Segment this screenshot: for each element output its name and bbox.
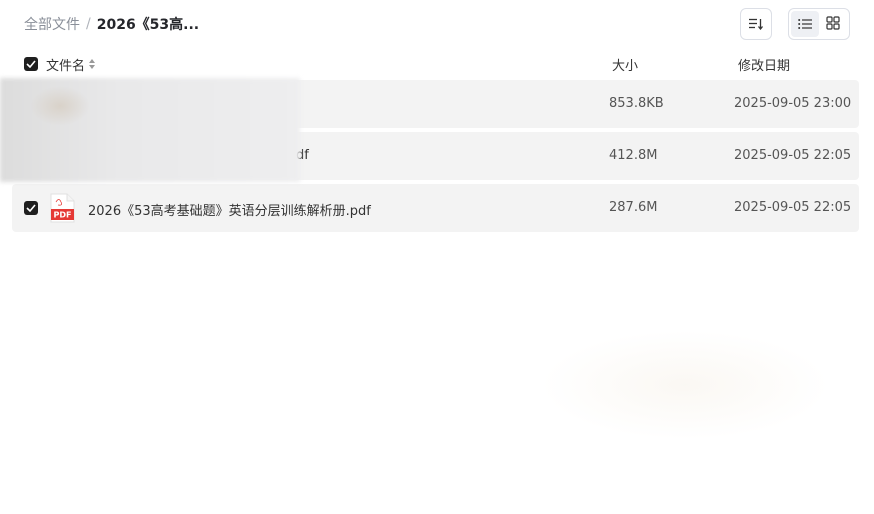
table-header: 文件名 大小 修改日期: [12, 52, 859, 76]
sort-caret-icon: [89, 59, 96, 69]
breadcrumb-root-link[interactable]: 全部文件: [24, 14, 80, 34]
breadcrumb: 全部文件 / 2026《53高...: [24, 14, 199, 34]
list-view-button[interactable]: [791, 11, 819, 37]
column-header-name-label: 文件名: [46, 58, 86, 74]
file-size: 412.8M: [609, 148, 658, 163]
breadcrumb-current: 2026《53高...: [96, 17, 200, 33]
sort-button[interactable]: [740, 8, 772, 40]
file-date: 2025-09-05 22:05: [734, 148, 852, 163]
select-all-checkbox[interactable]: [24, 57, 38, 71]
file-date: 2025-09-05 23:00: [734, 96, 852, 111]
row-checkbox[interactable]: [24, 201, 38, 215]
table-row[interactable]: PDF 2026《53高考基础题》英语分层训练解析册.pdf 287.6M 20…: [12, 184, 859, 232]
sort-lines-icon: [749, 15, 764, 34]
file-date: 2025-09-05 22:05: [734, 200, 852, 215]
column-header-name[interactable]: 文件名: [46, 55, 96, 74]
file-size: 287.6M: [609, 200, 658, 215]
view-toggle: [788, 8, 850, 40]
breadcrumb-separator: /: [86, 16, 91, 32]
file-size: 853.8KB: [609, 96, 664, 111]
screen-glare: [540, 330, 830, 440]
grid-view-button[interactable]: [819, 11, 847, 37]
grid-view-icon: [826, 15, 840, 34]
file-name[interactable]: 2026《53高考基础题》英语分层训练解析册.pdf: [88, 200, 371, 219]
list-view-icon: [798, 15, 812, 34]
svg-text:PDF: PDF: [54, 211, 72, 220]
redaction-blur-spot: [30, 86, 90, 126]
column-header-date[interactable]: 修改日期: [738, 55, 790, 74]
pdf-file-icon: PDF: [49, 193, 75, 223]
column-header-size[interactable]: 大小: [612, 55, 638, 74]
